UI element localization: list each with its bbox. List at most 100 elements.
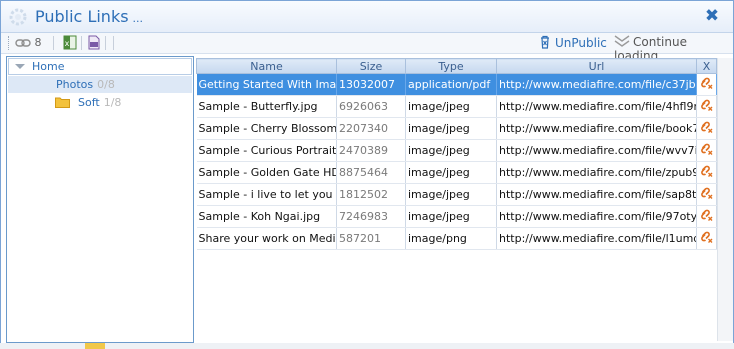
file-name-cell: Sample - Cherry Blossom... — [196, 117, 337, 140]
remove-link-button[interactable] — [696, 95, 717, 118]
unlink-icon — [700, 99, 714, 115]
file-name-cell: Sample - Butterfly.jpg — [196, 95, 337, 118]
bottom-edge — [0, 343, 734, 349]
excel-export-icon[interactable]: x — [63, 35, 77, 50]
remove-link-button[interactable] — [696, 73, 717, 96]
file-type-cell: image/png — [405, 227, 497, 250]
remove-link-button[interactable] — [696, 117, 717, 140]
window-title: Public Links... — [35, 7, 144, 26]
table-header-row: Name Size Type Url X — [196, 58, 717, 74]
file-size-cell: 6926063 — [336, 95, 406, 118]
file-name-cell: Sample - Golden Gate HD... — [196, 161, 337, 184]
remove-link-button[interactable] — [696, 205, 717, 228]
tree-item-photos[interactable]: Photos 0/8 — [8, 76, 192, 93]
toolbar-divider — [81, 36, 82, 50]
table-row[interactable]: Sample - Koh Ngai.jpg 7246983 image/jpeg ht… — [196, 205, 717, 228]
column-header-type[interactable]: Type — [405, 58, 497, 74]
toolbar-divider — [53, 36, 54, 50]
file-type-cell: image/jpeg — [405, 161, 497, 184]
unlink-icon — [700, 77, 714, 93]
table-row[interactable]: Sample - Golden Gate HD... 8875464 image/j… — [196, 161, 717, 184]
file-size-cell: 7246983 — [336, 205, 406, 228]
tree-item-label: Home — [32, 60, 65, 73]
tree-item-home[interactable]: Home — [8, 58, 192, 75]
close-button[interactable]: ✖ — [703, 6, 721, 26]
unlink-icon — [700, 165, 714, 181]
file-url-cell: http://www.mediafire.com/file/wvv7i... — [496, 139, 697, 162]
toolbar-divider — [105, 36, 106, 50]
unpublic-icon — [541, 35, 549, 49]
table-row[interactable]: Sample - i live to let you ... 1812502 ima… — [196, 183, 717, 206]
expand-triangle-icon[interactable] — [15, 64, 25, 69]
file-url-cell: http://www.mediafire.com/file/sap8t... — [496, 183, 697, 206]
public-links-window: Public Links... ✖ 8 x UnPublic Continue … — [0, 0, 734, 344]
file-type-cell: image/jpeg — [405, 117, 497, 140]
file-type-cell: image/jpeg — [405, 183, 497, 206]
file-url-cell: http://www.mediafire.com/file/c37jb... — [496, 73, 697, 96]
table-row[interactable]: Sample - Butterfly.jpg 6926063 image/jpeg h… — [196, 95, 717, 118]
file-url-cell: http://www.mediafire.com/file/zpub9... — [496, 161, 697, 184]
file-name-cell: Share your work on Medi... — [196, 227, 337, 250]
toolbar-divider — [113, 36, 114, 50]
continue-icon — [614, 35, 630, 47]
file-type-cell: image/jpeg — [405, 205, 497, 228]
link-icon — [15, 39, 31, 47]
title-bar[interactable]: Public Links... ✖ — [1, 1, 733, 33]
tree-item-soft[interactable]: Soft 1/8 — [7, 94, 121, 111]
column-header-x[interactable]: X — [696, 58, 717, 74]
file-size-cell: 2207340 — [336, 117, 406, 140]
remove-link-button[interactable] — [696, 183, 717, 206]
file-size-cell: 8875464 — [336, 161, 406, 184]
column-header-name[interactable]: Name — [196, 58, 337, 74]
tree-item-count: 0/8 — [97, 78, 115, 91]
unlink-icon — [700, 231, 714, 247]
unlink-icon — [700, 121, 714, 137]
remove-link-button[interactable] — [696, 227, 717, 250]
csv-export-icon[interactable] — [87, 35, 101, 50]
tree-item-label: Photos — [56, 78, 94, 91]
link-count: 8 — [15, 36, 42, 49]
tree-item-count: 1/8 — [103, 96, 122, 109]
file-size-cell: 13032007 — [336, 73, 406, 96]
unpublic-label: UnPublic — [555, 36, 607, 50]
file-type-cell: image/jpeg — [405, 95, 497, 118]
table-row[interactable]: Share your work on Medi... 587201 image/pn… — [196, 227, 717, 250]
toolbar-grip[interactable] — [8, 36, 11, 50]
toolbar: 8 x UnPublic Continue loading — [1, 33, 733, 63]
title-ellipsis: ... — [132, 12, 144, 25]
unlink-icon — [700, 143, 714, 159]
file-url-cell: http://www.mediafire.com/file/4hfl9r... — [496, 95, 697, 118]
table-row[interactable]: Getting Started With Ima... 13032007 appli… — [196, 73, 717, 96]
file-url-cell: http://www.mediafire.com/file/97oty... — [496, 205, 697, 228]
link-count-value: 8 — [34, 36, 42, 49]
vertical-scrollbar[interactable] — [717, 58, 733, 341]
table-body: Getting Started With Ima... 13032007 appli… — [196, 73, 717, 250]
file-name-cell: Sample - Curious Portrait... — [196, 139, 337, 162]
folder-icon — [55, 97, 70, 108]
file-name-cell: Getting Started With Ima... — [196, 73, 337, 96]
column-header-url[interactable]: Url — [496, 58, 697, 74]
file-name-cell: Sample - Koh Ngai.jpg — [196, 205, 337, 228]
svg-text:x: x — [65, 39, 70, 48]
table-row[interactable]: Sample - Curious Portrait... 2470389 image… — [196, 139, 717, 162]
file-size-cell: 587201 — [336, 227, 406, 250]
file-url-cell: http://www.mediafire.com/file/l1umd... — [496, 227, 697, 250]
file-type-cell: image/jpeg — [405, 139, 497, 162]
folder-tree: Home Photos 0/8 Soft 1/8 — [6, 56, 194, 343]
remove-link-button[interactable] — [696, 161, 717, 184]
column-header-size[interactable]: Size — [336, 58, 406, 74]
tree-item-label: Soft — [78, 96, 100, 109]
unlink-icon — [700, 187, 714, 203]
file-size-cell: 2470389 — [336, 139, 406, 162]
taskbar-fragment — [85, 343, 105, 349]
public-links-table: Name Size Type Url X Getting Started Wit… — [196, 58, 717, 250]
remove-link-button[interactable] — [696, 139, 717, 162]
file-type-cell: application/pdf — [405, 73, 497, 96]
file-url-cell: http://www.mediafire.com/file/book7... — [496, 117, 697, 140]
unlink-icon — [700, 209, 714, 225]
table-row[interactable]: Sample - Cherry Blossom... 2207340 image/j… — [196, 117, 717, 140]
app-logo-icon — [9, 8, 27, 26]
unpublic-button[interactable]: UnPublic — [539, 35, 607, 50]
file-name-cell: Sample - i live to let you ... — [196, 183, 337, 206]
file-size-cell: 1812502 — [336, 183, 406, 206]
